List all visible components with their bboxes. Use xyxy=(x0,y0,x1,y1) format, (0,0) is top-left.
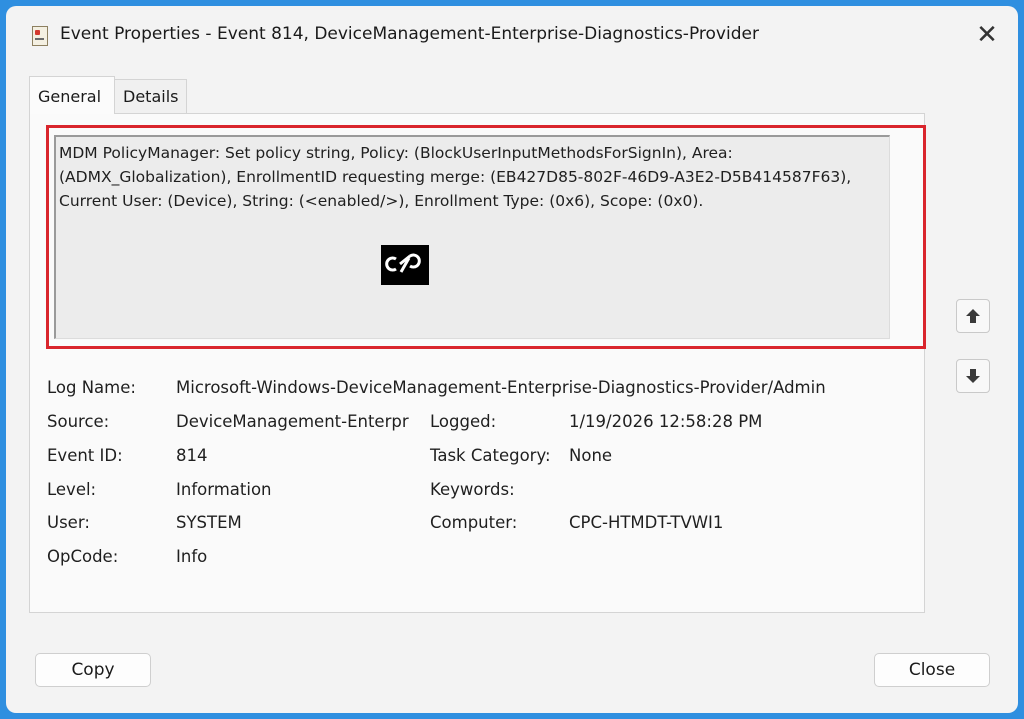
keywords-label: Keywords: xyxy=(430,480,515,499)
previous-event-button[interactable] xyxy=(956,299,990,333)
htmd-logo-icon xyxy=(385,253,421,273)
computer-label: Computer: xyxy=(430,513,518,532)
watermark-logo xyxy=(381,245,429,285)
tab-details[interactable]: Details xyxy=(115,79,187,113)
event-description-box[interactable]: MDM PolicyManager: Set policy string, Po… xyxy=(54,135,890,339)
opcode-label: OpCode: xyxy=(47,547,119,566)
title-bar: Event Properties - Event 814, DeviceMana… xyxy=(6,6,1018,62)
event-viewer-icon xyxy=(32,26,48,46)
close-button[interactable]: Close xyxy=(874,653,990,687)
tab-general[interactable]: General xyxy=(29,76,115,114)
next-event-button[interactable] xyxy=(956,359,990,393)
opcode-value: Info xyxy=(176,547,208,566)
logged-label: Logged: xyxy=(430,412,497,431)
arrow-down-icon xyxy=(966,369,980,383)
task-category-value: None xyxy=(569,446,613,465)
source-label: Source: xyxy=(47,412,110,431)
close-icon[interactable]: ✕ xyxy=(970,18,1004,52)
event-description-text: MDM PolicyManager: Set policy string, Po… xyxy=(59,144,852,210)
log-name-label: Log Name: xyxy=(47,378,136,397)
user-value: SYSTEM xyxy=(176,513,242,532)
logged-value: 1/19/2026 12:58:28 PM xyxy=(569,412,763,431)
arrow-up-icon xyxy=(966,309,980,323)
user-label: User: xyxy=(47,513,90,532)
source-value: DeviceManagement-Enterpr xyxy=(176,412,409,431)
level-value: Information xyxy=(176,480,272,499)
event-properties-window: Event Properties - Event 814, DeviceMana… xyxy=(6,6,1018,713)
level-label: Level: xyxy=(47,480,97,499)
copy-button[interactable]: Copy xyxy=(35,653,151,687)
description-highlight: MDM PolicyManager: Set policy string, Po… xyxy=(46,125,926,349)
window-title: Event Properties - Event 814, DeviceMana… xyxy=(60,24,759,44)
event-id-label: Event ID: xyxy=(47,446,123,465)
task-category-label: Task Category: xyxy=(430,446,551,465)
event-id-value: 814 xyxy=(176,446,208,465)
computer-value: CPC-HTMDT-TVWI1 xyxy=(569,513,724,532)
log-name-value: Microsoft-Windows-DeviceManagement-Enter… xyxy=(176,378,826,397)
